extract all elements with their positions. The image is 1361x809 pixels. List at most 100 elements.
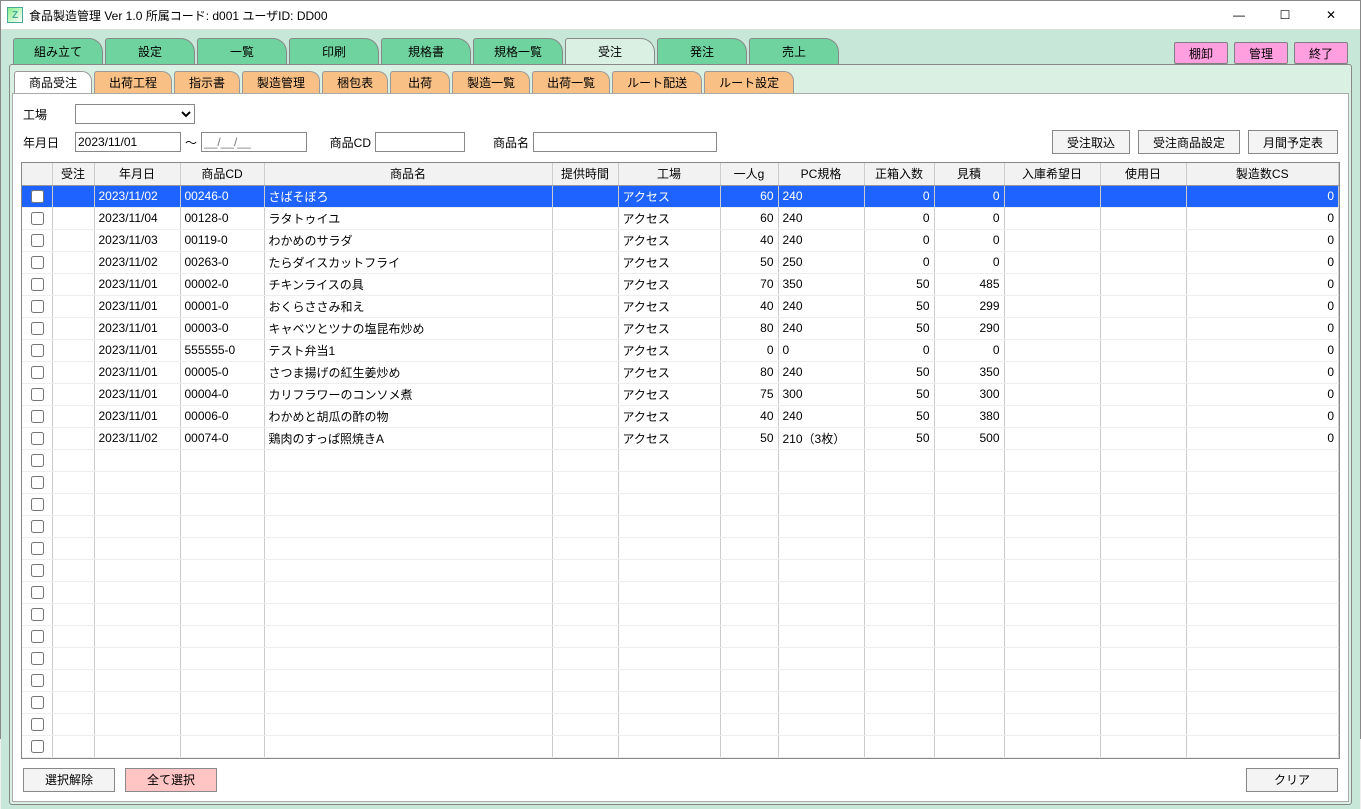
cell-empty[interactable] — [1004, 625, 1100, 647]
cell-empty[interactable] — [552, 691, 618, 713]
sub-tab-0[interactable]: 商品受注 — [14, 71, 92, 93]
cell-date[interactable]: 2023/11/02 — [94, 251, 180, 273]
col-header-10[interactable]: 見積 — [934, 163, 1004, 185]
cell-cs[interactable]: 0 — [1186, 229, 1339, 251]
cell-empty[interactable] — [94, 471, 180, 493]
cell-empty[interactable] — [720, 713, 778, 735]
cell-use[interactable] — [1100, 295, 1186, 317]
cell-juchu[interactable] — [52, 361, 94, 383]
row-checkbox[interactable] — [31, 520, 44, 533]
cell-empty[interactable] — [720, 625, 778, 647]
table-row-empty[interactable] — [22, 471, 1339, 493]
cell-empty[interactable] — [52, 625, 94, 647]
cell-box[interactable]: 0 — [864, 339, 934, 361]
cell-empty[interactable] — [52, 493, 94, 515]
cell-empty[interactable] — [618, 713, 720, 735]
cell-use[interactable] — [1100, 339, 1186, 361]
cell-empty[interactable] — [864, 625, 934, 647]
table-row[interactable]: 2023/11/0200246-0さばそぼろアクセス60240000 — [22, 186, 1339, 208]
cell-empty[interactable] — [778, 515, 864, 537]
cell-date[interactable]: 2023/11/04 — [94, 207, 180, 229]
cell-g[interactable]: 50 — [720, 251, 778, 273]
table-row[interactable]: 2023/11/0100002-0チキンライスの具アクセス70350504850 — [22, 273, 1339, 295]
cell-time[interactable] — [552, 361, 618, 383]
col-header-11[interactable]: 入庫希望日 — [1004, 163, 1100, 185]
table-row-empty[interactable] — [22, 515, 1339, 537]
cell-empty[interactable] — [618, 537, 720, 559]
cell-empty[interactable] — [934, 449, 1004, 471]
cell-cs[interactable]: 0 — [1186, 405, 1339, 427]
cell-empty[interactable] — [778, 537, 864, 559]
cell-juchu[interactable] — [52, 295, 94, 317]
cell-empty[interactable] — [552, 559, 618, 581]
cell-empty[interactable] — [864, 669, 934, 691]
cell-empty[interactable] — [180, 647, 264, 669]
cell-date[interactable]: 2023/11/01 — [94, 273, 180, 295]
cell-name[interactable]: わかめのサラダ — [264, 229, 552, 251]
cell-empty[interactable] — [618, 625, 720, 647]
cell-pc[interactable]: 240 — [778, 186, 864, 208]
cell-g[interactable]: 75 — [720, 383, 778, 405]
cell-box[interactable]: 50 — [864, 383, 934, 405]
cell-use[interactable] — [1100, 229, 1186, 251]
cell-empty[interactable] — [1100, 537, 1186, 559]
cell-fac[interactable]: アクセス — [618, 405, 720, 427]
cell-empty[interactable] — [180, 735, 264, 757]
cell-est[interactable]: 0 — [934, 207, 1004, 229]
cell-cd[interactable]: 00006-0 — [180, 405, 264, 427]
cell-empty[interactable] — [1004, 559, 1100, 581]
cell-empty[interactable] — [1004, 691, 1100, 713]
col-header-7[interactable]: 一人g — [720, 163, 778, 185]
cell-use[interactable] — [1100, 405, 1186, 427]
cell-empty[interactable] — [264, 691, 552, 713]
cell-box[interactable]: 50 — [864, 295, 934, 317]
cell-fac[interactable]: アクセス — [618, 186, 720, 208]
cell-empty[interactable] — [720, 735, 778, 757]
cell-g[interactable]: 50 — [720, 427, 778, 449]
cell-g[interactable]: 40 — [720, 405, 778, 427]
cell-time[interactable] — [552, 295, 618, 317]
date-from-input[interactable] — [75, 132, 181, 152]
cell-empty[interactable] — [618, 581, 720, 603]
factory-select[interactable] — [75, 104, 195, 124]
cell-fac[interactable]: アクセス — [618, 295, 720, 317]
table-row-empty[interactable] — [22, 449, 1339, 471]
cell-est[interactable]: 300 — [934, 383, 1004, 405]
cell-empty[interactable] — [1186, 449, 1339, 471]
cell-empty[interactable] — [864, 449, 934, 471]
cell-empty[interactable] — [552, 603, 618, 625]
cell-in[interactable] — [1004, 229, 1100, 251]
cell-chk[interactable] — [22, 186, 52, 208]
top-tab-8[interactable]: 売上 — [749, 38, 839, 64]
cell-empty[interactable] — [552, 647, 618, 669]
col-header-1[interactable]: 受注 — [52, 163, 94, 185]
cell-pc[interactable]: 240 — [778, 405, 864, 427]
row-checkbox[interactable] — [31, 476, 44, 489]
cell-chk[interactable] — [22, 427, 52, 449]
row-checkbox[interactable] — [31, 696, 44, 709]
cd-input[interactable] — [375, 132, 465, 152]
top-tab-3[interactable]: 印刷 — [289, 38, 379, 64]
cell-time[interactable] — [552, 383, 618, 405]
cell-pc[interactable]: 240 — [778, 295, 864, 317]
cell-empty[interactable] — [264, 559, 552, 581]
cell-empty[interactable] — [94, 449, 180, 471]
cell-g[interactable]: 40 — [720, 229, 778, 251]
cell-empty[interactable] — [264, 647, 552, 669]
cell-empty[interactable] — [1004, 647, 1100, 669]
cell-empty[interactable] — [52, 559, 94, 581]
cell-cd[interactable]: 00003-0 — [180, 317, 264, 339]
cell-est[interactable]: 290 — [934, 317, 1004, 339]
maximize-button[interactable]: ☐ — [1262, 1, 1308, 29]
col-header-0[interactable] — [22, 163, 52, 185]
cell-empty[interactable] — [52, 669, 94, 691]
cell-empty[interactable] — [778, 691, 864, 713]
cell-empty[interactable] — [180, 603, 264, 625]
cell-empty[interactable] — [180, 713, 264, 735]
cell-time[interactable] — [552, 251, 618, 273]
cell-date[interactable]: 2023/11/01 — [94, 317, 180, 339]
cell-empty[interactable] — [1186, 625, 1339, 647]
cell-cs[interactable]: 0 — [1186, 251, 1339, 273]
cell-empty[interactable] — [720, 647, 778, 669]
table-row-empty[interactable] — [22, 559, 1339, 581]
